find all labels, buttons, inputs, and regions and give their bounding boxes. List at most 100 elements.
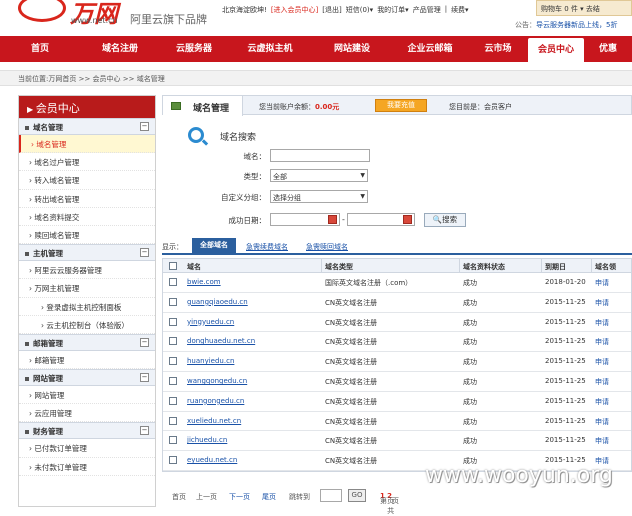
table-cell: CN英文域名注册 bbox=[325, 437, 378, 446]
domain-link[interactable]: ruangongedu.cn bbox=[187, 397, 317, 405]
sidebar-section-title: 主机管理 bbox=[33, 249, 63, 259]
cart-button[interactable]: 购物车 0 件 ▾ 去结 bbox=[536, 0, 632, 16]
nav-item[interactable]: 首页 bbox=[0, 36, 80, 62]
sidebar-item[interactable]: › 登录虚拟主机控制面板 bbox=[19, 298, 155, 316]
sidebar-item[interactable]: › 阿里云云服务器管理 bbox=[19, 261, 155, 280]
top-link[interactable]: 短信(0)▾ bbox=[346, 5, 373, 15]
date-start-input[interactable] bbox=[270, 213, 340, 226]
top-link[interactable]: [退出] bbox=[322, 5, 341, 15]
col-header[interactable]: 域名 bbox=[187, 262, 317, 272]
nav-item[interactable]: 云虚拟主机 bbox=[228, 36, 312, 62]
row-checkbox[interactable] bbox=[169, 416, 177, 425]
date-end-input[interactable] bbox=[347, 213, 415, 226]
apply-link[interactable]: 申请 bbox=[595, 417, 625, 427]
row-checkbox[interactable] bbox=[169, 456, 177, 465]
calendar-icon[interactable] bbox=[403, 215, 412, 224]
go-button[interactable]: GO bbox=[348, 489, 366, 502]
collapse-icon[interactable]: − bbox=[140, 248, 149, 258]
domain-link[interactable]: guangqiaoedu.cn bbox=[187, 298, 317, 306]
page-number-input[interactable] bbox=[320, 489, 342, 502]
collapse-icon[interactable]: − bbox=[140, 337, 149, 347]
top-link[interactable]: 北京海淀欧坤! bbox=[222, 5, 267, 15]
nav-item[interactable]: 云服务器 bbox=[160, 36, 228, 62]
sidebar-item[interactable]: › 转入域名管理 bbox=[19, 171, 155, 190]
top-link[interactable]: [进入会员中心] bbox=[271, 5, 318, 15]
recharge-button[interactable]: 我要充值 bbox=[375, 99, 427, 112]
filter-redeem[interactable]: 急需赎回域名 bbox=[306, 242, 348, 252]
sidebar-item[interactable]: › 转出域名管理 bbox=[19, 190, 155, 208]
filter-all-domains[interactable]: 全部域名 bbox=[192, 238, 236, 253]
col-header[interactable]: 域名资料状态 bbox=[463, 262, 543, 272]
sidebar-section[interactable]: 财务管理 − bbox=[19, 422, 155, 440]
domain-link[interactable]: eyuedu.net.cn bbox=[187, 456, 317, 464]
apply-link[interactable]: 申请 bbox=[595, 357, 625, 367]
col-header[interactable]: 域名类型 bbox=[325, 262, 459, 272]
sidebar-item[interactable]: › 域名资料提交 bbox=[19, 208, 155, 226]
search-button[interactable]: 🔍搜索 bbox=[424, 213, 466, 227]
row-checkbox[interactable] bbox=[169, 317, 177, 326]
sidebar-item[interactable]: › 云应用管理 bbox=[19, 404, 155, 423]
top-link[interactable]: 产品管理 bbox=[413, 5, 441, 15]
row-checkbox[interactable] bbox=[169, 436, 177, 445]
domain-link[interactable]: yingyuedu.cn bbox=[187, 318, 317, 326]
row-checkbox[interactable] bbox=[169, 297, 177, 306]
group-select[interactable]: 选择分组 bbox=[270, 190, 368, 203]
row-checkbox[interactable] bbox=[169, 278, 177, 286]
row-checkbox[interactable] bbox=[169, 396, 177, 405]
sidebar-section[interactable]: 主机管理 − bbox=[19, 244, 155, 262]
domain-link[interactable]: wangqongedu.cn bbox=[187, 377, 317, 385]
nav-item[interactable]: 域名注册 bbox=[80, 36, 160, 62]
calendar-icon[interactable] bbox=[328, 215, 337, 224]
nav-item[interactable]: 云市场 bbox=[468, 36, 528, 62]
collapse-icon[interactable]: − bbox=[140, 122, 149, 131]
domain-link[interactable]: huanyiedu.cn bbox=[187, 357, 317, 365]
sidebar-section[interactable]: 域名管理 − bbox=[19, 118, 155, 135]
nav-item[interactable]: 企业云邮箱 bbox=[392, 36, 468, 62]
sidebar-item[interactable]: › 邮箱管理 bbox=[19, 351, 155, 370]
nav-item[interactable]: 优惠 bbox=[584, 36, 632, 62]
col-header[interactable]: 到期日 bbox=[545, 262, 591, 272]
sidebar-section[interactable]: 邮箱管理 − bbox=[19, 333, 155, 351]
sidebar-item[interactable]: › 云主机控制台（体验版） bbox=[19, 316, 155, 334]
apply-link[interactable]: 申请 bbox=[595, 377, 625, 387]
apply-link[interactable]: 申请 bbox=[595, 436, 625, 446]
sidebar-item[interactable]: › 域名管理 bbox=[19, 135, 155, 154]
select-all-checkbox[interactable] bbox=[169, 262, 177, 270]
sidebar-section[interactable]: 网站管理 − bbox=[19, 369, 155, 387]
domain-input[interactable] bbox=[270, 149, 370, 162]
domain-link[interactable]: jichuedu.cn bbox=[187, 436, 317, 444]
prev-page-link[interactable]: 上一页 bbox=[196, 492, 217, 502]
apply-link[interactable]: 申请 bbox=[595, 397, 625, 407]
notice-link[interactable]: 导云服务器新品上线，5折 bbox=[536, 21, 617, 29]
apply-link[interactable]: 申请 bbox=[595, 278, 625, 288]
sidebar-item[interactable]: › 网站管理 bbox=[19, 386, 155, 405]
tab-domain-management[interactable]: 域名管理 bbox=[163, 96, 243, 116]
collapse-icon[interactable]: − bbox=[140, 373, 149, 383]
top-link[interactable]: 我的订单▾ bbox=[377, 5, 409, 15]
row-checkbox[interactable] bbox=[169, 337, 177, 346]
apply-link[interactable]: 申请 bbox=[595, 318, 625, 328]
next-page-link[interactable]: 下一页 bbox=[229, 492, 250, 502]
sidebar-item[interactable]: › 未付款订单管理 bbox=[19, 458, 155, 476]
domain-link[interactable]: xueliedu.net.cn bbox=[187, 417, 317, 425]
domain-link[interactable]: donghuaedu.net.cn bbox=[187, 337, 317, 345]
col-header[interactable]: 域名领 bbox=[595, 262, 625, 272]
apply-link[interactable]: 申请 bbox=[595, 337, 625, 347]
row-checkbox[interactable] bbox=[169, 357, 177, 366]
collapse-icon[interactable]: − bbox=[140, 426, 149, 436]
nav-item[interactable]: 网站建设 bbox=[312, 36, 392, 62]
type-select[interactable]: 全部 bbox=[270, 169, 368, 182]
row-checkbox[interactable] bbox=[169, 376, 177, 385]
sidebar-item[interactable]: › 已付款订单管理 bbox=[19, 439, 155, 458]
sidebar-item[interactable]: › 域名过户管理 bbox=[19, 153, 155, 172]
apply-link[interactable]: 申请 bbox=[595, 298, 625, 308]
logo-icon[interactable] bbox=[18, 0, 66, 22]
top-link[interactable]: 续费▾ bbox=[451, 5, 469, 15]
domain-link[interactable]: bwie.com bbox=[187, 278, 317, 286]
first-page-link[interactable]: 首页 bbox=[172, 492, 186, 502]
nav-item[interactable]: 会员中心 bbox=[528, 38, 584, 62]
last-page-link[interactable]: 尾页 bbox=[262, 492, 276, 502]
filter-expiring[interactable]: 急需续费域名 bbox=[246, 242, 288, 252]
sidebar-item[interactable]: › 万网主机管理 bbox=[19, 279, 155, 298]
sidebar-item[interactable]: › 赎回域名管理 bbox=[19, 226, 155, 245]
